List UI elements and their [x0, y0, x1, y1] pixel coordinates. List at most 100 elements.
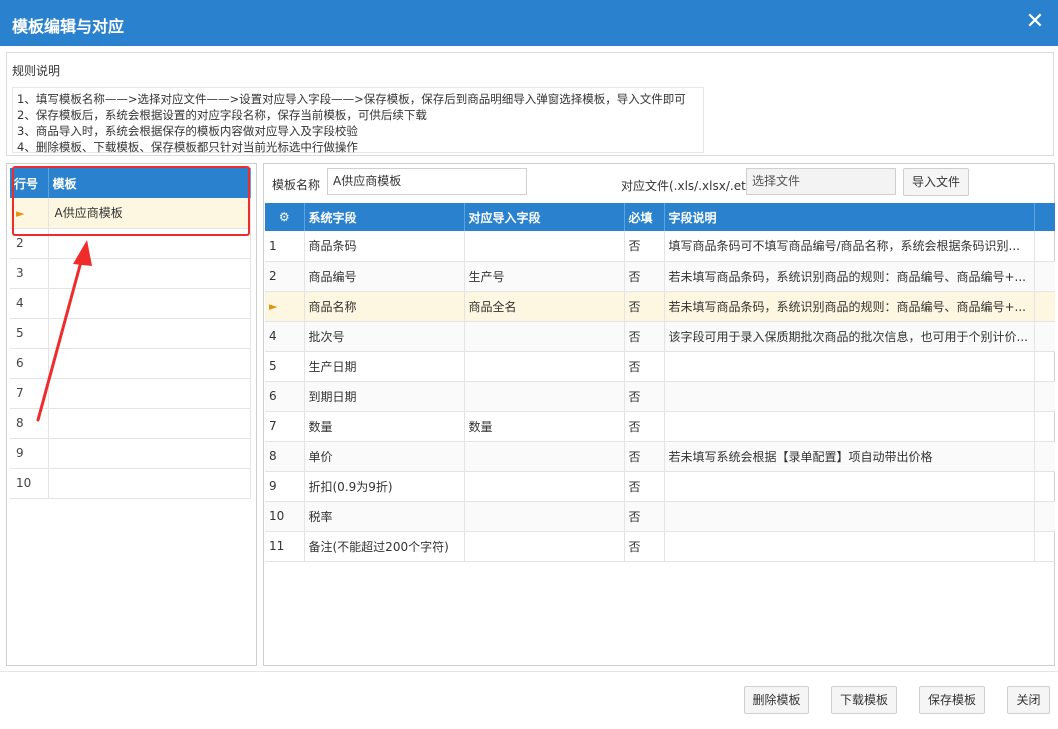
rules-panel: 规则说明 1、填写模板名称——>选择对应文件——>设置对应导入字段——>保存模板…: [6, 52, 1054, 156]
description-cell: 若未填写商品条码，系统识别商品的规则：商品编号、商品编号+...: [664, 291, 1035, 322]
required-cell: 否: [624, 321, 665, 352]
template-name-cell[interactable]: [48, 438, 251, 469]
template-list-panel: 行号 模板 ► A供应商模板 2 3 4 5 6 7 8 9 10: [6, 163, 257, 666]
template-name-input[interactable]: A供应商模板: [327, 168, 527, 195]
settings-icon[interactable]: ⚙: [265, 203, 305, 231]
import-field-cell[interactable]: 商品全名: [464, 291, 625, 322]
rule-line: 4、删除模板、下载模板、保存模板都只针对当前光标选中行做操作: [17, 140, 358, 154]
col-header-description: 字段说明: [664, 203, 1035, 231]
col-header-filler: [1034, 203, 1055, 231]
rules-text: 1、填写模板名称——>选择对应文件——>设置对应导入字段——>保存模板，保存后到…: [12, 87, 704, 154]
row-number: 6: [265, 381, 305, 412]
delete-template-button[interactable]: 删除模板: [744, 686, 809, 714]
template-row[interactable]: 5: [10, 318, 251, 349]
template-row[interactable]: 3: [10, 258, 251, 289]
row-number: 9: [265, 471, 305, 502]
row-number: 5: [10, 318, 49, 349]
rule-line: 1、填写模板名称——>选择对应文件——>设置对应导入字段——>保存模板，保存后到…: [17, 92, 686, 106]
template-name-cell[interactable]: [48, 288, 251, 319]
import-field-cell[interactable]: [464, 441, 625, 472]
import-field-cell[interactable]: [464, 381, 625, 412]
import-field-cell[interactable]: [464, 531, 625, 562]
template-name-cell[interactable]: [48, 258, 251, 289]
row-number: 4: [265, 321, 305, 352]
import-file-button[interactable]: 导入文件: [903, 168, 969, 196]
template-row[interactable]: 8: [10, 408, 251, 439]
template-row[interactable]: 10: [10, 468, 251, 499]
template-row[interactable]: 9: [10, 438, 251, 469]
system-field-cell: 折扣(0.9为9折): [304, 471, 465, 502]
template-row[interactable]: 7: [10, 378, 251, 409]
file-select-input[interactable]: 选择文件: [746, 168, 896, 195]
table-row[interactable]: 7 数量 数量 否: [265, 411, 1055, 442]
rule-line: 3、商品导入时，系统会根据保存的模板内容做对应导入及字段校验: [17, 124, 358, 138]
table-row[interactable]: 8 单价 否 若未填写系统会根据【录单配置】项自动带出价格: [265, 441, 1055, 472]
import-field-cell[interactable]: [464, 501, 625, 532]
close-button[interactable]: 关闭: [1007, 686, 1050, 714]
description-cell: [664, 381, 1035, 412]
template-name-cell[interactable]: [48, 348, 251, 379]
table-row[interactable]: 9 折扣(0.9为9折) 否: [265, 471, 1055, 502]
row-number: 2: [265, 261, 305, 292]
close-icon[interactable]: ✕: [1022, 10, 1048, 36]
template-name-cell[interactable]: [48, 378, 251, 409]
required-cell: 否: [624, 381, 665, 412]
table-row[interactable]: 1 商品条码 否 填写商品条码可不填写商品编号/商品名称，系统会根据条码识别..…: [265, 231, 1055, 262]
row-number: 8: [265, 441, 305, 472]
system-field-cell: 商品条码: [304, 231, 465, 262]
import-field-cell[interactable]: [464, 471, 625, 502]
import-field-cell[interactable]: 生产号: [464, 261, 625, 292]
current-row-icon: ►: [269, 300, 278, 313]
system-field-cell: 商品名称: [304, 291, 465, 322]
table-row[interactable]: 6 到期日期 否: [265, 381, 1055, 412]
col-header-required: 必填: [624, 203, 665, 231]
description-cell: 该字段可用于录入保质期批次商品的批次信息，也可用于个别计价...: [664, 321, 1035, 352]
file-label: 对应文件(.xls/.xlsx/.et): [621, 179, 751, 193]
system-field-cell: 单价: [304, 441, 465, 472]
template-row[interactable]: 4: [10, 288, 251, 319]
row-number: 8: [10, 408, 49, 439]
row-number: 5: [265, 351, 305, 382]
system-field-cell: 备注(不能超过200个字符): [304, 531, 465, 562]
download-template-button[interactable]: 下载模板: [831, 686, 897, 714]
required-cell: 否: [624, 231, 665, 262]
required-cell: 否: [624, 411, 665, 442]
rule-line: 2、保存模板后，系统会根据设置的对应字段名称，保存当前模板，可供后续下载: [17, 108, 427, 122]
required-cell: 否: [624, 501, 665, 532]
import-field-cell[interactable]: 数量: [464, 411, 625, 442]
table-row[interactable]: 11 备注(不能超过200个字符) 否: [265, 531, 1055, 562]
rules-title: 规则说明: [12, 64, 61, 78]
table-row[interactable]: 5 生产日期 否: [265, 351, 1055, 382]
template-name-cell[interactable]: [48, 408, 251, 439]
template-row[interactable]: 6: [10, 348, 251, 379]
description-cell: [664, 471, 1035, 502]
table-row[interactable]: ► 商品名称 商品全名 否 若未填写商品条码，系统识别商品的规则：商品编号、商品…: [265, 291, 1055, 322]
row-number: 3: [10, 258, 49, 289]
description-cell: [664, 531, 1035, 562]
system-field-cell: 税率: [304, 501, 465, 532]
row-number: 11: [265, 531, 305, 562]
row-number: 7: [10, 378, 49, 409]
import-field-cell[interactable]: [464, 321, 625, 352]
import-field-cell[interactable]: [464, 351, 625, 382]
dialog-title: 模板编辑与对应: [12, 17, 125, 36]
field-mapping-table: ⚙ 系统字段 对应导入字段 必填 字段说明 1 商品条码 否 填写商品条码可不填…: [265, 203, 1055, 562]
template-editor-panel: 模板名称 A供应商模板 对应文件(.xls/.xlsx/.et) 选择文件 导入…: [263, 163, 1055, 666]
template-name-cell[interactable]: [48, 318, 251, 349]
table-row[interactable]: 2 商品编号 生产号 否 若未填写商品条码，系统识别商品的规则：商品编号、商品编…: [265, 261, 1055, 292]
import-field-cell[interactable]: [464, 231, 625, 262]
row-number: 10: [10, 468, 49, 499]
description-cell: 若未填写系统会根据【录单配置】项自动带出价格: [664, 441, 1035, 472]
table-row[interactable]: 10 税率 否: [265, 501, 1055, 532]
template-name-label: 模板名称: [272, 178, 321, 192]
table-row[interactable]: 4 批次号 否 该字段可用于录入保质期批次商品的批次信息，也可用于个别计价...: [265, 321, 1055, 352]
required-cell: 否: [624, 291, 665, 322]
row-number: 1: [265, 231, 305, 262]
row-number: 6: [10, 348, 49, 379]
row-number: 10: [265, 501, 305, 532]
description-cell: 若未填写商品条码，系统识别商品的规则：商品编号、商品编号+...: [664, 261, 1035, 292]
template-name-cell[interactable]: [48, 468, 251, 499]
save-template-button[interactable]: 保存模板: [919, 686, 985, 714]
dialog-footer: 删除模板 下载模板 保存模板 关闭: [0, 671, 1058, 729]
col-header-import-field: 对应导入字段: [464, 203, 625, 231]
